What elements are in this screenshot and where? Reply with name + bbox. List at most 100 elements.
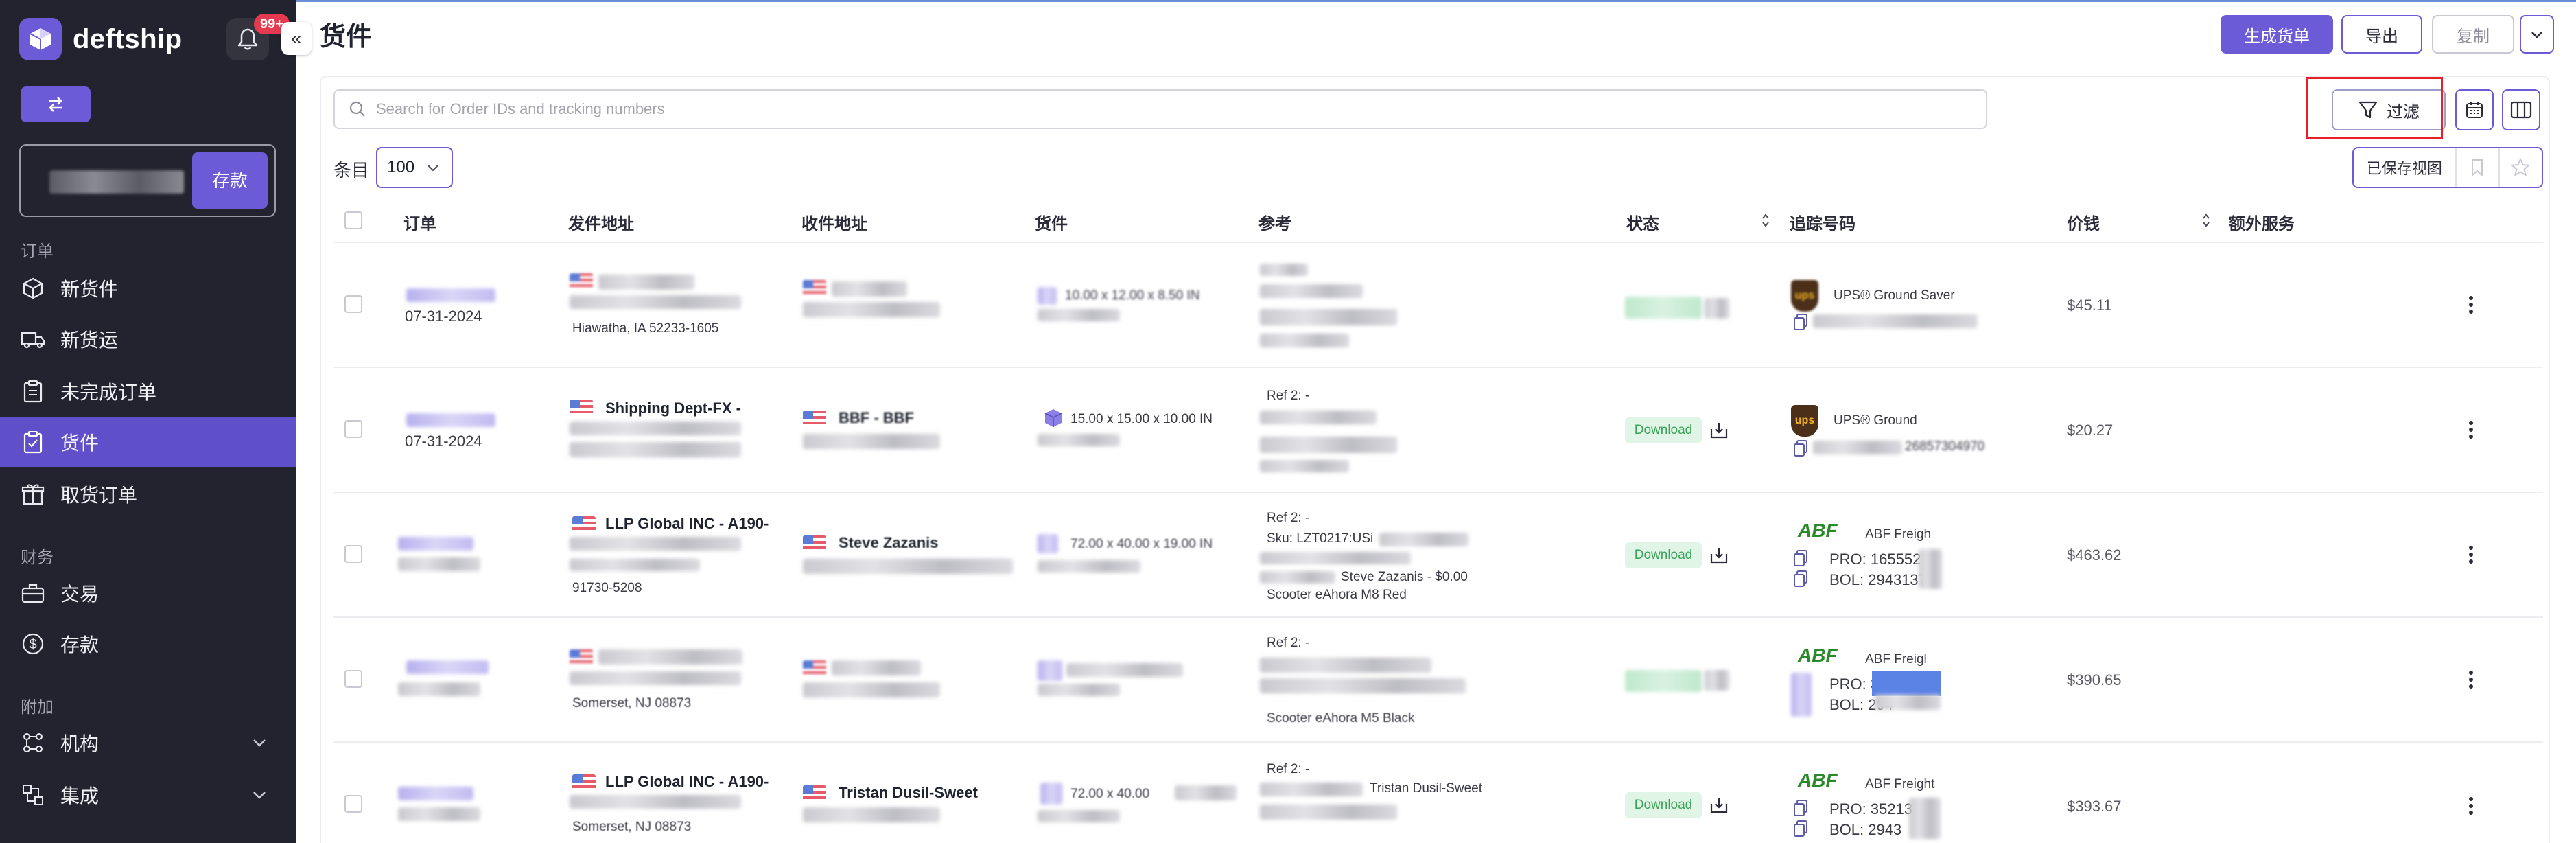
row-actions-menu[interactable] bbox=[2461, 417, 2481, 442]
bookmark-view-button[interactable] bbox=[2455, 148, 2498, 187]
download-icon[interactable] bbox=[1706, 542, 1732, 568]
columns-icon bbox=[2510, 101, 2532, 119]
copy-icon[interactable] bbox=[1792, 549, 1809, 567]
per-page-select[interactable]: 100 bbox=[376, 147, 453, 188]
reference-redacted bbox=[1260, 460, 1349, 472]
tracking-redacted bbox=[1875, 695, 1941, 710]
shipment-dimensions: 72.00 x 40.00 bbox=[1070, 787, 1150, 801]
sidebar-item-deposits[interactable]: $ 存款 bbox=[0, 619, 296, 669]
more-actions-dropdown[interactable] bbox=[2520, 15, 2554, 54]
sidebar-item-incomplete-orders[interactable]: 未完成订单 bbox=[0, 367, 296, 416]
deposit-button[interactable]: 存款 bbox=[192, 152, 268, 209]
column-header-reference[interactable]: 参考 bbox=[1258, 210, 1291, 234]
column-header-order[interactable]: 订单 bbox=[403, 210, 436, 234]
row-actions-menu[interactable] bbox=[2461, 292, 2481, 317]
chevron-down-icon bbox=[253, 739, 266, 747]
collapse-sidebar-button[interactable]: « bbox=[281, 22, 312, 55]
sender-name-redacted bbox=[598, 275, 694, 290]
row-checkbox[interactable] bbox=[344, 795, 362, 813]
copy-icon[interactable] bbox=[1792, 820, 1809, 838]
copy-icon[interactable] bbox=[1792, 439, 1809, 457]
dollar-circle-icon: $ bbox=[21, 632, 45, 656]
package-icon bbox=[1038, 534, 1058, 553]
download-label-button[interactable]: Download bbox=[1625, 417, 1702, 443]
account-balance-panel: 存款 bbox=[19, 144, 276, 217]
recipient-address-redacted bbox=[803, 682, 940, 697]
download-icon[interactable] bbox=[1706, 417, 1732, 443]
columns-button[interactable] bbox=[2502, 89, 2540, 130]
switch-account-button[interactable] bbox=[21, 86, 91, 122]
reference-redacted bbox=[1260, 783, 1363, 796]
row-checkbox[interactable] bbox=[344, 545, 362, 563]
row-checkbox[interactable] bbox=[344, 295, 362, 313]
sidebar-item-new-shipment[interactable]: 新货件 bbox=[0, 264, 296, 313]
download-label-button[interactable]: Download bbox=[1625, 792, 1702, 818]
reference-2: Ref 2: - bbox=[1267, 389, 1310, 403]
download-icon[interactable] bbox=[1706, 792, 1732, 818]
column-header-to[interactable]: 收件地址 bbox=[801, 210, 867, 234]
status-badge-redacted bbox=[1625, 670, 1702, 692]
sidebar-item-new-freight[interactable]: 新货运 bbox=[0, 314, 296, 364]
reference-redacted bbox=[1260, 571, 1335, 584]
sidebar-item-label: 集成 bbox=[60, 785, 99, 807]
column-header-extra-services[interactable]: 额外服务 bbox=[2229, 210, 2295, 234]
favorite-view-button[interactable] bbox=[2498, 148, 2542, 187]
more-vertical-icon bbox=[2469, 671, 2473, 689]
tracking-number-tail: 26857304970 bbox=[1905, 439, 1985, 454]
order-id-redacted bbox=[406, 660, 489, 674]
recipient-address-redacted bbox=[803, 807, 940, 822]
recipient-name: Tristan Dusil-Sweet bbox=[839, 784, 978, 801]
copy-icon[interactable] bbox=[1791, 673, 1812, 717]
filter-highlight-box bbox=[2306, 77, 2443, 139]
price: $20.27 bbox=[2067, 422, 2114, 439]
sender-city-redacted bbox=[570, 442, 741, 457]
row-actions-menu[interactable] bbox=[2461, 667, 2481, 692]
swap-arrows-icon bbox=[49, 97, 62, 112]
row-actions-menu[interactable] bbox=[2461, 542, 2481, 567]
sort-icon[interactable] bbox=[2201, 213, 2211, 228]
more-vertical-icon bbox=[2469, 797, 2473, 815]
copy-icon[interactable] bbox=[1792, 570, 1809, 588]
sidebar-item-label: 存款 bbox=[60, 634, 99, 656]
sidebar-item-transactions[interactable]: 交易 bbox=[0, 568, 296, 618]
column-header-tracking[interactable]: 追踪号码 bbox=[1790, 210, 1855, 234]
shipment-dimensions: 15.00 x 15.00 x 10.00 IN bbox=[1070, 412, 1213, 426]
saved-views-button[interactable]: 已保存视图 bbox=[2354, 157, 2455, 178]
sender-city: 91730-5208 bbox=[572, 581, 642, 595]
sort-icon[interactable] bbox=[1761, 213, 1770, 228]
reference-redacted bbox=[1260, 437, 1397, 453]
reference-product: Scooter eAhora M5 Black bbox=[1267, 711, 1415, 726]
column-header-shipment[interactable]: 货件 bbox=[1035, 210, 1068, 234]
search-input[interactable]: Search for Order IDs and tracking number… bbox=[333, 89, 1987, 129]
order-id-redacted bbox=[398, 787, 473, 800]
copy-icon[interactable] bbox=[1792, 799, 1809, 817]
sender-name: LLP Global INC - A190- bbox=[605, 773, 769, 790]
select-all-checkbox[interactable] bbox=[344, 211, 362, 229]
column-header-price[interactable]: 价钱 bbox=[2067, 210, 2100, 234]
logo[interactable]: deftship bbox=[19, 18, 183, 60]
network-icon bbox=[21, 730, 45, 755]
us-flag-icon bbox=[803, 535, 826, 552]
row-actions-menu[interactable] bbox=[2461, 794, 2481, 818]
sender-name: LLP Global INC - A190- bbox=[605, 515, 769, 532]
sidebar-item-integrations[interactable]: 集成 bbox=[0, 770, 296, 820]
pro-number: PRO: 165552 bbox=[1829, 551, 1921, 568]
create-manifest-button[interactable]: 生成货单 bbox=[2221, 15, 2333, 54]
sidebar-item-pickup-orders[interactable]: 取货订单 bbox=[0, 470, 296, 519]
sidebar-item-shipments[interactable]: 货件 bbox=[0, 417, 296, 467]
order-id-redacted bbox=[406, 288, 495, 302]
cube-icon bbox=[21, 276, 45, 301]
download-label-button[interactable]: Download bbox=[1625, 542, 1702, 568]
sidebar-item-organization[interactable]: 机构 bbox=[0, 718, 296, 767]
column-header-from[interactable]: 发件地址 bbox=[568, 210, 634, 234]
row-checkbox[interactable] bbox=[344, 670, 362, 688]
row-checkbox[interactable] bbox=[344, 420, 362, 438]
logo-text: deftship bbox=[73, 23, 183, 54]
export-button[interactable]: 导出 bbox=[2341, 15, 2422, 54]
column-header-status[interactable]: 状态 bbox=[1626, 210, 1659, 234]
copy-icon[interactable] bbox=[1792, 313, 1809, 331]
reference-redacted bbox=[1260, 678, 1466, 693]
date-range-button[interactable] bbox=[2455, 89, 2494, 130]
shipment-weight-redacted bbox=[1038, 810, 1120, 822]
copy-button[interactable]: 复制 bbox=[2432, 15, 2514, 54]
